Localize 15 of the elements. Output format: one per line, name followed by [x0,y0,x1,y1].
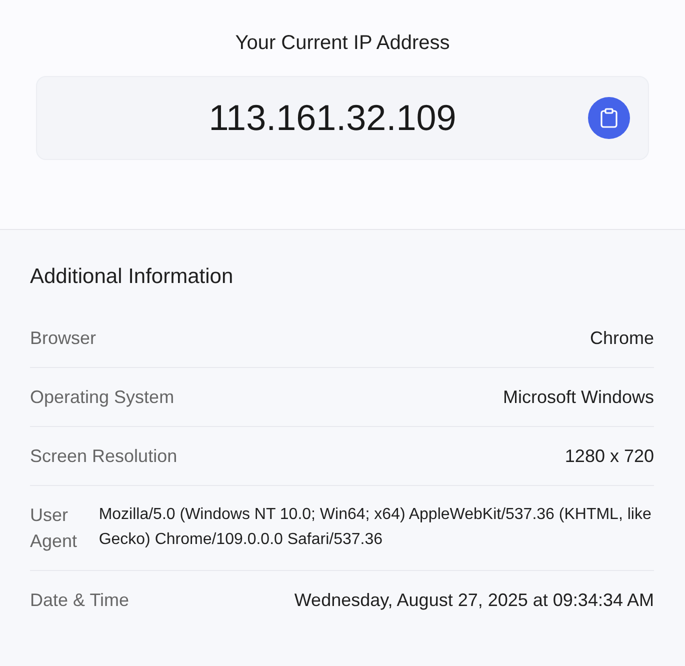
copy-button[interactable] [588,97,630,139]
section-heading: Additional Information [30,264,234,290]
info-label: Date & Time [30,589,130,612]
info-value: Wednesday, August 27, 2025 at 09:34:34 AM [294,589,654,612]
info-value: Mozilla/5.0 (Windows NT 10.0; Win64; x64) AppleWebKit/537.36 (KHTML, like Gecko) Chrome/109.0.0.0 Safari/537.36 [98,505,652,550]
info-value: Microsoft Windows [502,386,654,409]
ip-heading: Your Current IP Address [235,31,450,56]
info-label: Screen Resolution [30,445,178,468]
info-value: Chrome [590,327,654,350]
clipboard-icon [600,108,618,128]
info-value: 1280 x 720 [564,445,654,468]
ip-address: 113.161.32.109 [208,96,458,140]
info-label: Operating System [30,386,174,409]
info-label: User Agent [30,504,78,553]
info-label: Browser [30,327,96,350]
